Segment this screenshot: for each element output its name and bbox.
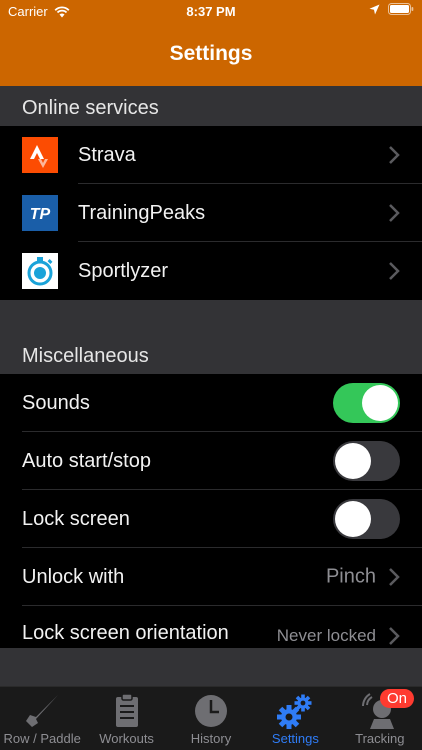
- list-item-lock-screen: Lock screen: [0, 490, 422, 548]
- chevron-right-icon: [389, 627, 400, 645]
- location-arrow-icon: [369, 4, 380, 14]
- chevron-right-icon: [389, 568, 400, 586]
- list-item-trainingpeaks[interactable]: TP TrainingPeaks: [0, 184, 422, 242]
- unlock-with-label: Unlock with: [22, 565, 125, 588]
- auto-start-stop-toggle[interactable]: [333, 441, 400, 481]
- status-bar: Carrier 8:37 PM: [0, 0, 422, 22]
- tracking-status-badge: On: [380, 689, 415, 708]
- tab-bar: Row / Paddle Workouts History Settings O…: [0, 686, 422, 750]
- list-item-sportlyzer[interactable]: Sportlyzer: [0, 242, 422, 300]
- lock-screen-orientation-value: Never locked: [276, 626, 376, 645]
- unlock-with-value: Pinch: [325, 565, 376, 588]
- list-item-unlock-with[interactable]: Unlock with Pinch: [0, 548, 422, 606]
- tab-label: Row / Paddle: [3, 731, 81, 746]
- chevron-right-icon: [389, 204, 400, 222]
- page-title: Settings: [169, 42, 253, 65]
- tab-label: Workouts: [99, 731, 154, 746]
- chevron-right-icon: [389, 262, 400, 280]
- status-right: [369, 3, 414, 15]
- svg-text:TP: TP: [30, 206, 51, 223]
- strava-logo-icon: [22, 137, 58, 173]
- sounds-toggle[interactable]: [333, 383, 400, 423]
- section-header-miscellaneous: Miscellaneous: [0, 300, 422, 374]
- section-header-online-services: Online services: [0, 86, 422, 126]
- list-item-strava[interactable]: Strava: [0, 126, 422, 184]
- lock-screen-orientation-label: Lock screen orientation: [22, 622, 229, 644]
- list-item-lock-screen-orientation[interactable]: Lock screen orientation Never locked: [0, 606, 422, 648]
- sportlyzer-label: Sportlyzer: [78, 259, 169, 282]
- clock-icon: [195, 695, 228, 727]
- list-item-sounds: Sounds: [0, 374, 422, 432]
- rower-icon: [26, 695, 59, 727]
- battery-icon: [388, 3, 414, 15]
- tab-label: Settings: [271, 731, 319, 746]
- navigation-bar: Carrier 8:37 PM Settings: [0, 0, 422, 86]
- toggle-knob: [362, 385, 398, 421]
- tab-tracking[interactable]: On Tracking: [338, 687, 422, 750]
- status-time: 8:37 PM: [186, 4, 236, 19]
- sounds-label: Sounds: [22, 391, 90, 414]
- tab-row-paddle[interactable]: Row / Paddle: [0, 687, 84, 750]
- lock-screen-toggle[interactable]: [333, 499, 400, 539]
- gears-icon: [277, 694, 312, 729]
- toggle-knob: [335, 443, 371, 479]
- tab-workouts[interactable]: Workouts: [84, 687, 168, 750]
- auto-start-stop-label: Auto start/stop: [22, 449, 151, 472]
- lock-screen-label: Lock screen: [22, 507, 130, 530]
- sportlyzer-logo-icon: [22, 253, 58, 289]
- section-footer: [0, 648, 422, 686]
- trainingpeaks-logo-icon: TP: [22, 195, 58, 231]
- list-item-auto-start-stop: Auto start/stop: [0, 432, 422, 490]
- clipboard-icon: [115, 693, 138, 727]
- tab-history[interactable]: History: [169, 687, 253, 750]
- tab-settings[interactable]: Settings: [253, 687, 337, 750]
- trainingpeaks-label: TrainingPeaks: [78, 201, 206, 224]
- tab-label: History: [190, 731, 232, 746]
- strava-label: Strava: [78, 143, 136, 166]
- chevron-right-icon: [389, 146, 400, 164]
- tab-label: Tracking: [355, 731, 405, 746]
- toggle-knob: [335, 501, 371, 537]
